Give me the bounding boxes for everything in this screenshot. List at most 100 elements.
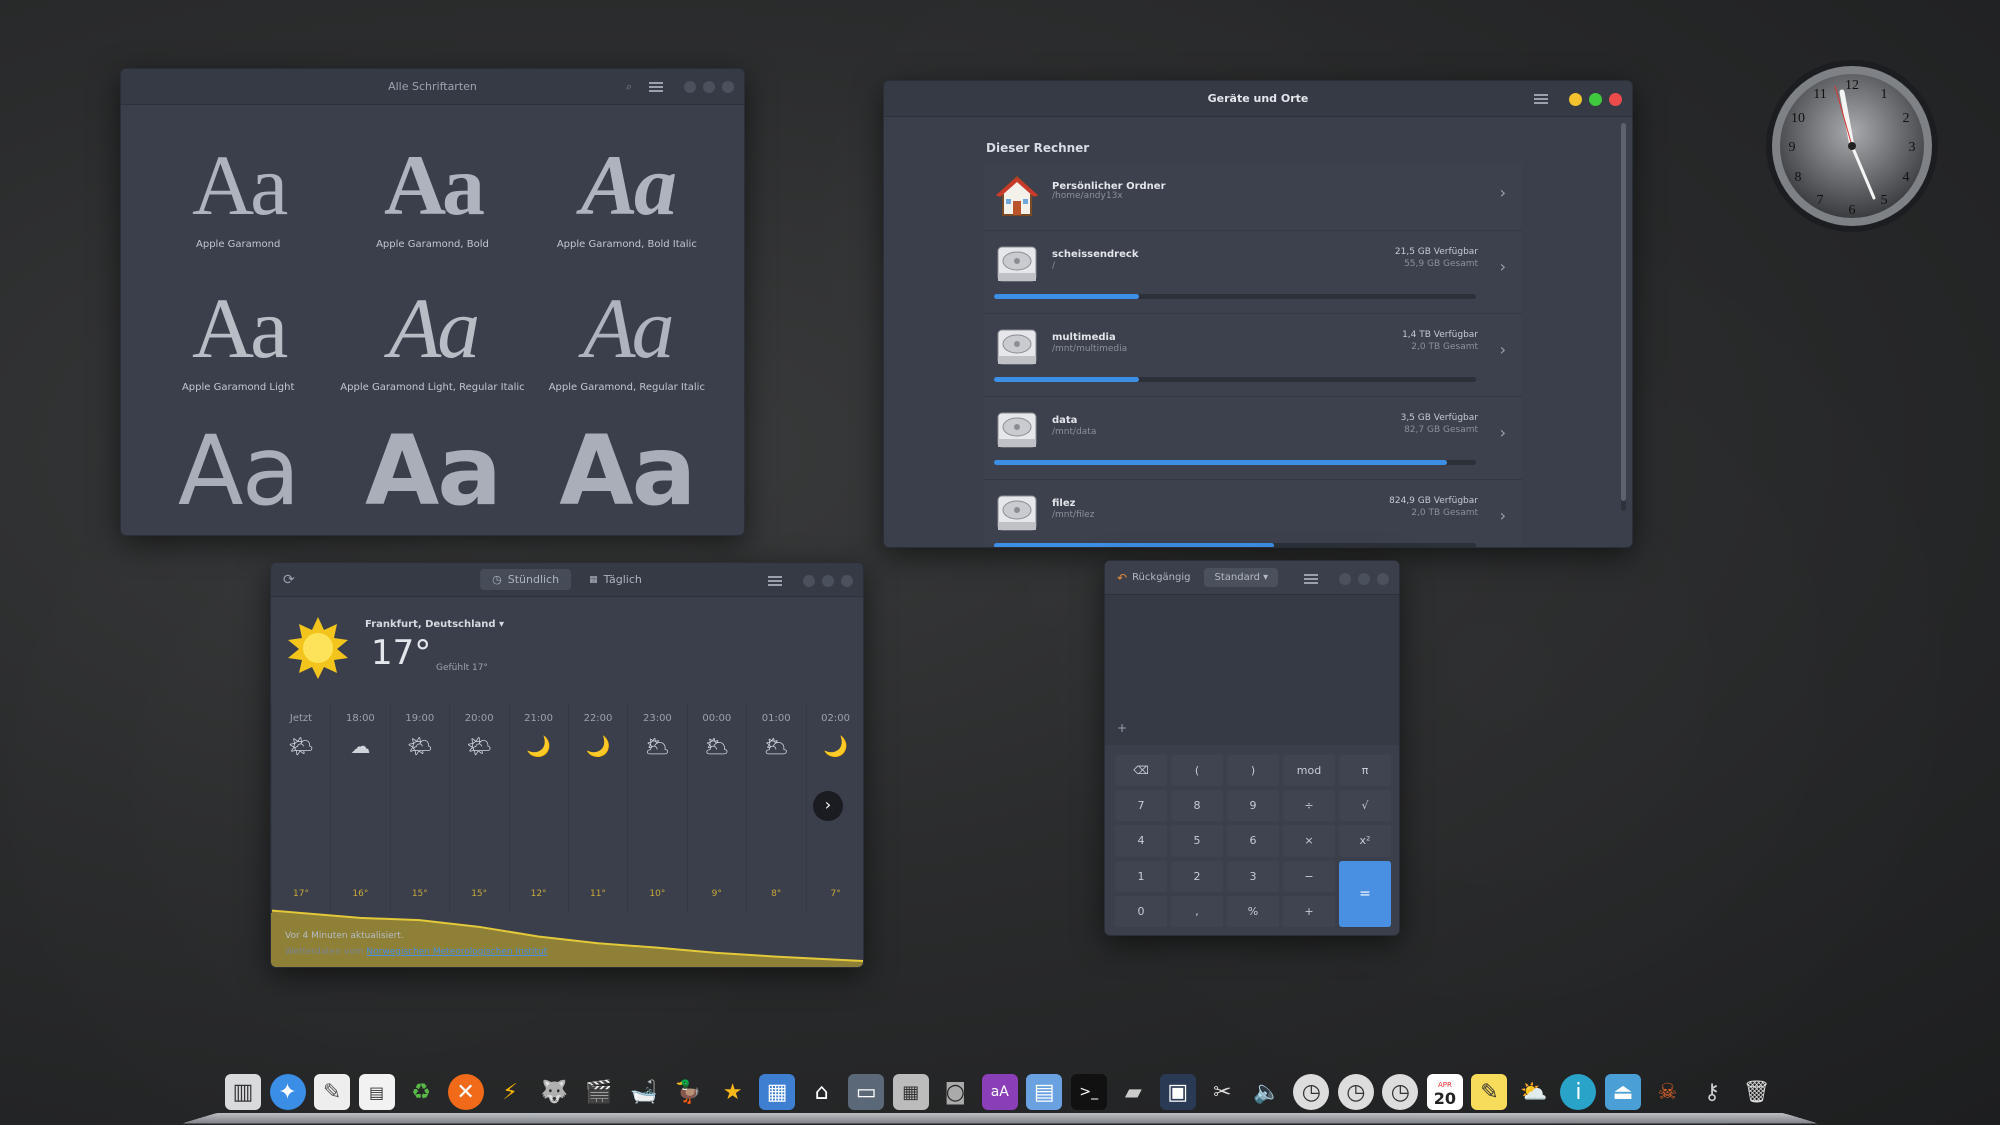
safari-icon[interactable]: ✦ [269,1074,306,1110]
calc-key[interactable]: √ [1339,790,1391,822]
maximize-button[interactable] [703,81,715,93]
minimize-button[interactable] [803,575,815,587]
equals-button[interactable]: = [1339,860,1391,927]
font-card[interactable]: Aa Apple Garamond, Bold [335,135,529,250]
maximize-button[interactable] [1589,92,1602,106]
lightning-icon[interactable]: ⚡ [492,1074,528,1110]
calc-key[interactable]: mod [1283,755,1335,787]
terminal-icon[interactable]: >_ [1070,1074,1107,1110]
info-icon[interactable]: i [1560,1074,1597,1110]
font-card[interactable]: Aa [335,421,529,525]
calc-key[interactable]: 5 [1171,825,1223,857]
calc-key[interactable]: % [1227,895,1279,927]
calc-key[interactable]: ) [1227,755,1279,787]
calc-key[interactable]: π [1339,755,1391,787]
maximize-button[interactable] [1358,573,1370,585]
menu-icon[interactable] [1534,94,1548,104]
source-link[interactable]: Norwegischen Meteorologischen Institut [366,947,547,957]
close-button[interactable] [841,575,853,587]
calc-key[interactable]: 9 [1227,790,1279,822]
calc-key[interactable]: + [1283,895,1335,927]
gimp-icon[interactable]: 🐺 [537,1074,573,1110]
tools-icon[interactable]: ✂ [1204,1074,1240,1110]
search-icon[interactable]: ⌕ [626,80,632,94]
refresh-icon[interactable]: ⟳ [283,572,295,588]
scrollbar[interactable] [1621,123,1626,511]
calc-key[interactable]: 0 [1115,895,1167,927]
keys-icon[interactable]: ⚷ [1694,1074,1730,1110]
calendar-app-icon[interactable]: APR 20 [1426,1074,1463,1110]
tab-daily[interactable]: ▦ Täglich [577,569,654,590]
star-icon[interactable]: ★ [715,1074,751,1110]
menu-icon[interactable] [1304,574,1318,584]
font-card[interactable]: Aa Apple Garamond, Regular Italic [530,278,724,393]
menu-icon[interactable] [768,576,782,586]
font-card[interactable]: Aa Apple Garamond [141,135,335,250]
home-icon[interactable]: ⌂ [804,1074,840,1110]
minimize-button[interactable] [1569,92,1582,106]
calc-key[interactable]: 1 [1115,860,1167,892]
speaker-icon[interactable]: 🔈 [1249,1074,1285,1110]
calculator-titlebar[interactable]: ↶ Rückgängig Standard ▾ [1105,561,1399,595]
device-item[interactable]: scheissendreck/ 21,5 GB Verfügbar 55,9 GB … [984,231,1522,314]
bathtub-icon[interactable]: 🛁 [626,1074,662,1110]
device-item[interactable]: data/mnt/data 3,5 GB Verfügbar 82,7 GB Ges… [984,397,1522,480]
calc-key[interactable]: , [1171,895,1223,927]
calc-key[interactable]: 4 [1115,825,1167,857]
calculator-icon[interactable]: ▦ [892,1074,929,1110]
notes-icon[interactable]: ✎ [1471,1074,1508,1110]
calc-key[interactable]: 6 [1227,825,1279,857]
calc-key[interactable]: ( [1171,755,1223,787]
file-manager-icon[interactable]: ▦ [759,1074,796,1110]
calc-key[interactable]: ⌫ [1115,755,1167,787]
duck-icon[interactable]: 🦆 [670,1074,706,1110]
camera-icon[interactable]: ◙ [937,1074,973,1110]
weather-app-icon[interactable]: ⛅ [1516,1074,1552,1110]
compress-icon[interactable]: ✕ [447,1074,484,1110]
calc-key[interactable]: − [1283,860,1335,892]
bug-icon[interactable]: ☠ [1650,1074,1686,1110]
monitor-icon[interactable]: ▣ [1159,1074,1196,1110]
fonts-titlebar[interactable]: Alle Schriftarten ⌕ [121,69,744,105]
trash-icon[interactable]: 🗑 [1739,1074,1775,1110]
location-selector[interactable]: Frankfurt, Deutschland ▾ [365,619,504,630]
minimize-button[interactable] [1339,573,1351,585]
device-item[interactable]: multimedia/mnt/multimedia 1,4 TB Verfügba… [984,314,1522,397]
next-page-button[interactable]: › [813,791,843,821]
font-card[interactable]: Aa Apple Garamond, Bold Italic [530,135,724,250]
recycle-icon[interactable]: ♻ [403,1074,439,1110]
folder-icon[interactable]: ▭ [848,1074,885,1110]
undo-button[interactable]: ↶ Rückgängig [1117,571,1190,585]
maximize-button[interactable] [822,575,834,587]
mode-selector[interactable]: Standard ▾ [1204,568,1279,587]
font-card[interactable]: Aa Apple Garamond Light [141,278,335,393]
video-editor-icon[interactable]: 🎬 [581,1074,617,1110]
close-button[interactable] [1377,573,1389,585]
calc-key[interactable]: x² [1339,825,1391,857]
calc-key[interactable]: 7 [1115,790,1167,822]
home-folder-item[interactable]: Persönlicher Ordner /home/andy13x › [984,163,1522,231]
clock-app-3-icon[interactable]: ◷ [1382,1074,1419,1110]
files-titlebar[interactable]: Geräte und Orte [884,81,1632,117]
calculator-display[interactable]: + [1105,595,1399,745]
font-card[interactable]: Aa [141,421,335,525]
calc-key[interactable]: 8 [1171,790,1223,822]
minimize-button[interactable] [684,81,696,93]
font-card[interactable]: Aa Apple Garamond Light, Regular Italic [335,278,529,393]
device-item[interactable]: filez/mnt/filez 824,9 GB Verfügbar 2,0 TB … [984,480,1522,547]
font-card[interactable]: Aa [530,421,724,525]
weather-titlebar[interactable]: ⟳ ◷ Stündlich ▦ Täglich [271,563,863,597]
files-icon[interactable]: ▤ [1026,1074,1063,1110]
scanner-icon[interactable]: ▰ [1115,1074,1151,1110]
launcher-icon[interactable]: ▥ [225,1074,261,1110]
close-button[interactable] [722,81,734,93]
scrollbar-thumb[interactable] [1621,123,1626,501]
calc-key[interactable]: 3 [1227,860,1279,892]
font-viewer-icon[interactable]: aA [981,1074,1018,1110]
newspaper-icon[interactable]: ▤ [358,1074,395,1110]
close-button[interactable] [1609,92,1622,106]
calc-key[interactable]: 2 [1171,860,1223,892]
backup-icon[interactable]: ⏏ [1604,1074,1641,1110]
tab-hourly[interactable]: ◷ Stündlich [480,569,572,590]
clock-app-icon[interactable]: ◷ [1293,1074,1330,1110]
